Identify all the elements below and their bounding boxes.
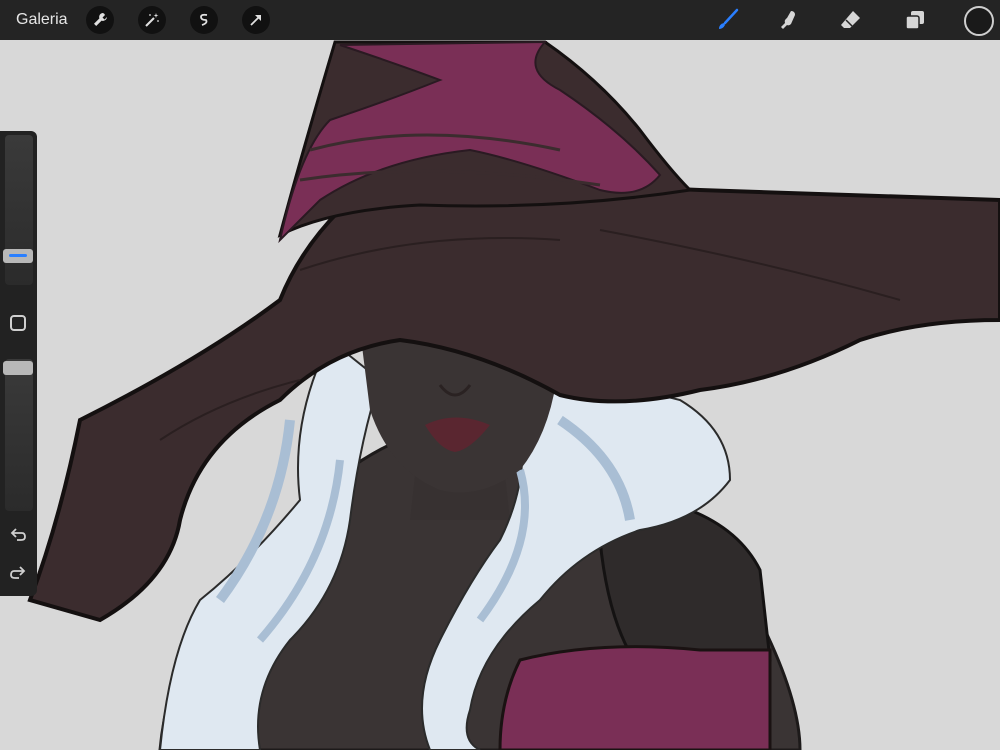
transform-button[interactable] bbox=[242, 6, 270, 34]
eraser-icon bbox=[841, 11, 860, 28]
transform-arrow-icon bbox=[250, 15, 261, 26]
brush-size-indicator bbox=[9, 254, 27, 257]
selection-icon bbox=[200, 13, 208, 26]
selection-button[interactable] bbox=[190, 6, 218, 34]
layers-button[interactable] bbox=[900, 5, 930, 35]
redo-button[interactable] bbox=[8, 563, 28, 583]
gallery-button[interactable]: Galeria bbox=[16, 0, 68, 40]
modify-square-icon[interactable] bbox=[10, 315, 26, 331]
adjustments-button[interactable] bbox=[138, 6, 166, 34]
undo-button[interactable] bbox=[8, 525, 28, 545]
undo-icon bbox=[10, 528, 26, 541]
smudge-icon bbox=[781, 11, 795, 29]
artwork bbox=[0, 0, 1000, 750]
wrench-icon bbox=[94, 13, 107, 26]
smudge-tool[interactable] bbox=[774, 5, 804, 35]
opacity-thumb[interactable] bbox=[3, 361, 33, 375]
layers-icon bbox=[905, 11, 924, 30]
color-picker[interactable] bbox=[964, 6, 994, 36]
brush-icon bbox=[719, 8, 739, 29]
magic-wand-icon bbox=[145, 13, 159, 27]
brush-size-thumb[interactable] bbox=[3, 249, 33, 263]
cuff-shape bbox=[498, 645, 772, 750]
drawing-canvas[interactable] bbox=[0, 0, 1000, 750]
redo-icon bbox=[10, 566, 26, 579]
brush-tool[interactable] bbox=[713, 5, 743, 35]
actions-button[interactable] bbox=[86, 6, 114, 34]
opacity-slider[interactable] bbox=[5, 359, 33, 511]
left-sidebar bbox=[0, 131, 37, 596]
top-toolbar: Galeria bbox=[0, 0, 1000, 40]
eraser-tool[interactable] bbox=[836, 5, 866, 35]
